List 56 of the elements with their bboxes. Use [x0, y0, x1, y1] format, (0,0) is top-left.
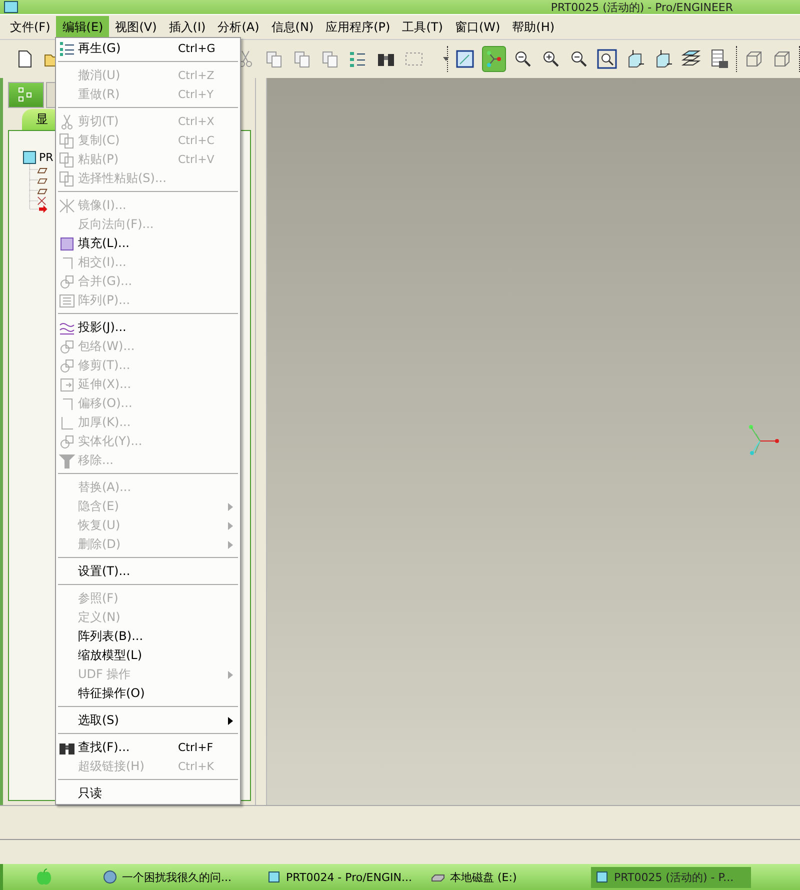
menu-bar-item[interactable]: 帮助(H) — [506, 16, 561, 38]
menu-item[interactable]: 阵列表(B)... — [56, 627, 240, 646]
menu-item[interactable]: 缩放模型(L) — [56, 646, 240, 665]
menu-bar-item[interactable]: 工具(T) — [396, 16, 449, 38]
fill-icon — [59, 236, 75, 252]
taskbar-button[interactable]: PRT0025 (活动的) - P... — [591, 866, 751, 888]
regenerate-icon — [59, 40, 75, 56]
cube-icon — [595, 870, 609, 884]
menu-bar-item[interactable]: 窗口(W) — [448, 16, 506, 38]
submenu-arrow-icon — [228, 716, 233, 724]
shapes-icon — [59, 434, 75, 450]
menu-bar-item[interactable]: 视图(V) — [109, 16, 163, 38]
shapes-icon — [59, 358, 75, 374]
frame-icon — [59, 376, 75, 392]
menu-item[interactable]: 投影(J)... — [56, 318, 240, 337]
zoom-box-icon[interactable] — [596, 47, 618, 71]
cube-icon — [267, 870, 281, 884]
caret-icon[interactable] — [443, 57, 449, 61]
globe-icon — [103, 870, 117, 884]
bracket-icon — [59, 414, 75, 430]
menu-bar-item[interactable]: 文件(F) — [4, 16, 56, 38]
menu-bar-item[interactable]: 分析(A) — [212, 16, 266, 38]
axis-triad-drawing — [747, 423, 781, 457]
menu-item[interactable]: 查找(F)... Ctrl+F — [56, 738, 240, 757]
menu-item[interactable]: 特征操作(O) — [56, 684, 240, 703]
menu-bar-item[interactable]: 插入(I) — [162, 16, 212, 38]
submenu-arrow-icon — [228, 540, 233, 548]
submenu-arrow-icon — [228, 502, 233, 510]
menu-bar-item[interactable]: 应用程序(P) — [320, 16, 396, 38]
taskbar-button[interactable]: PRT0024 - Pro/ENGIN... — [263, 867, 423, 887]
grid-icon — [59, 292, 75, 308]
paste-icon — [59, 152, 75, 168]
shapes-icon — [59, 274, 75, 290]
tree-item[interactable]: PR — [39, 151, 54, 164]
tree-items-drawing — [28, 164, 50, 214]
menu-item[interactable]: 设置(T)... — [56, 562, 240, 581]
cube-icon — [23, 151, 36, 164]
app-icon — [4, 1, 18, 13]
menu-bar-item[interactable]: 编辑(E) — [56, 16, 110, 38]
taskbar-button[interactable]: 本地磁盘 (E:) — [427, 866, 587, 888]
funnel-icon — [59, 452, 75, 468]
mirror-icon — [59, 198, 75, 214]
tree-tab[interactable] — [8, 82, 44, 108]
paste-icon — [59, 170, 75, 186]
copy-icon — [59, 132, 75, 148]
menu-bar-item[interactable]: 信息(N) — [265, 16, 320, 38]
menu-item[interactable]: 再生(G) Ctrl+G — [56, 39, 240, 58]
shapes-icon — [59, 338, 75, 354]
submenu-arrow-icon — [228, 522, 233, 530]
taskbar-button[interactable]: 一个困扰我很久的问... — [99, 866, 259, 888]
menu-item[interactable]: 只读 — [56, 784, 240, 803]
window-title: PRT0025 (活动的) - Pro/ENGINEER — [550, 0, 733, 14]
menu-item[interactable]: 填充(L)... — [56, 234, 240, 253]
menu-item[interactable]: 选取(S) — [56, 711, 240, 730]
scissors-icon — [59, 114, 75, 130]
submenu-arrow-icon — [228, 670, 233, 678]
